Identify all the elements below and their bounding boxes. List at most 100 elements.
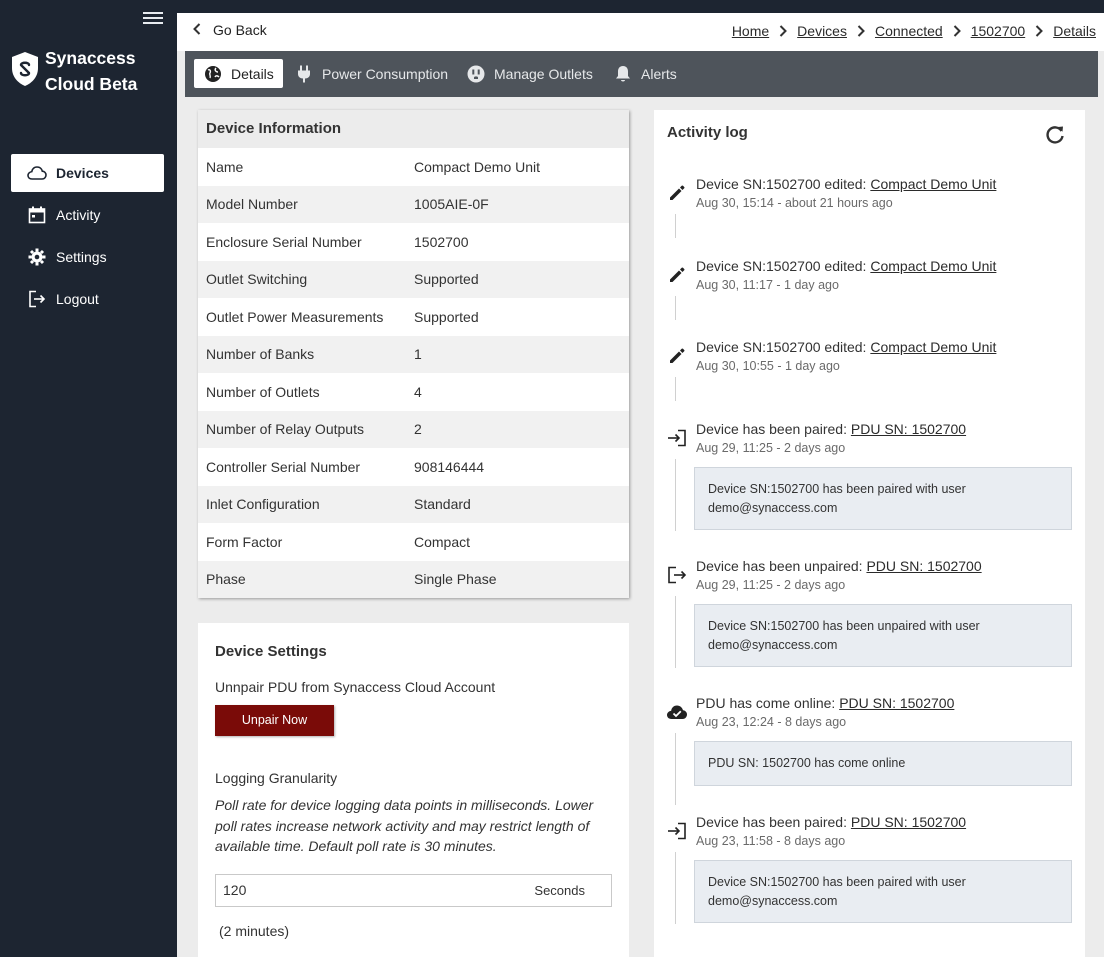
- unpair-label: Unnpair PDU from Synaccess Cloud Account: [215, 679, 496, 695]
- subbar: Go Back Home Devices Connected 1502700 D…: [177, 13, 1104, 51]
- activity-link[interactable]: Compact Demo Unit: [870, 258, 996, 274]
- timeline-connector: [675, 214, 676, 238]
- sidebar-item-label: Logout: [56, 291, 99, 307]
- table-row: Number of Relay Outputs 2: [198, 410, 629, 448]
- table-row: Model Number 1005AIE-0F: [198, 185, 629, 223]
- activity-log-title: Activity log: [667, 124, 748, 141]
- device-information-card: Device Information Name Compact Demo Unit…: [198, 110, 629, 598]
- pencil-icon: [666, 264, 688, 286]
- breadcrumb-devices[interactable]: Devices: [797, 23, 847, 39]
- sidebar-item-settings[interactable]: Settings: [11, 238, 164, 276]
- info-key: Outlet Power Measurements: [206, 308, 384, 325]
- activity-text: Device has been paired: PDU SN: 1502700: [696, 814, 966, 830]
- table-row: Form Factor Compact: [198, 523, 629, 561]
- breadcrumb: Home Devices Connected 1502700 Details: [732, 23, 1096, 39]
- sidebar: Synaccess Cloud Beta Devices Activity Se…: [0, 0, 177, 957]
- poll-rate-input[interactable]: [216, 874, 535, 906]
- activity-description: Device has been paired:: [696, 421, 847, 437]
- activity-log-card: Activity log Device SN:1502700 edited: C…: [654, 110, 1085, 957]
- activity-timestamp: Aug 23, 12:24 - 8 days ago: [696, 715, 847, 729]
- breadcrumb-connected[interactable]: Connected: [875, 23, 943, 39]
- sidebar-item-activity[interactable]: Activity: [11, 196, 164, 234]
- poll-rate-field: Seconds: [215, 873, 612, 907]
- activity-timestamp: Aug 30, 10:55 - 1 day ago: [696, 359, 840, 373]
- globe-icon: [203, 64, 223, 84]
- table-row: Outlet Switching Supported: [198, 260, 629, 298]
- info-value: Compact: [414, 533, 471, 550]
- sidebar-nav: Devices Activity Settings Logout: [11, 154, 164, 322]
- tab-label: Details: [231, 65, 274, 82]
- chevron-right-icon: [779, 25, 788, 37]
- breadcrumb-device[interactable]: 1502700: [971, 23, 1026, 39]
- info-key: Number of Relay Outputs: [206, 421, 364, 438]
- activity-link[interactable]: Compact Demo Unit: [870, 339, 996, 355]
- info-key: Controller Serial Number: [206, 458, 361, 475]
- tab-alerts[interactable]: Alerts: [613, 59, 677, 88]
- login-icon: [666, 820, 688, 842]
- activity-link[interactable]: PDU SN: 1502700: [851, 814, 966, 830]
- app-name-line1: Synaccess: [45, 48, 136, 68]
- go-back-button[interactable]: Go Back: [193, 22, 267, 38]
- activity-link[interactable]: Compact Demo Unit: [870, 176, 996, 192]
- activity-message: PDU SN: 1502700 has come online: [694, 741, 1072, 786]
- menu-icon[interactable]: [142, 9, 164, 27]
- activity-timestamp: Aug 30, 15:14 - about 21 hours ago: [696, 196, 893, 210]
- info-key: Outlet Switching: [206, 271, 308, 288]
- table-row: Controller Serial Number 908146444: [198, 448, 629, 486]
- device-settings-title: Device Settings: [215, 643, 327, 660]
- activity-link[interactable]: PDU SN: 1502700: [839, 695, 954, 711]
- activity-description: Device has been unpaired:: [696, 558, 863, 574]
- table-row: Enclosure Serial Number 1502700: [198, 223, 629, 261]
- cloud-check-icon: [666, 701, 688, 723]
- refresh-icon[interactable]: [1044, 124, 1066, 146]
- brand: Synaccess Cloud Beta: [10, 45, 137, 97]
- activity-link[interactable]: PDU SN: 1502700: [851, 421, 966, 437]
- table-row: Number of Banks 1: [198, 335, 629, 373]
- shield-logo-icon: [12, 52, 38, 86]
- activity-timestamp: Aug 30, 11:17 - 1 day ago: [696, 278, 839, 292]
- plug-icon: [294, 64, 314, 84]
- info-value: Supported: [414, 308, 479, 325]
- info-value: 1005AIE-0F: [414, 196, 489, 213]
- table-row: Inlet Configuration Standard: [198, 485, 629, 523]
- activity-timestamp: Aug 29, 11:25 - 2 days ago: [696, 441, 846, 455]
- chevron-right-icon: [857, 25, 865, 37]
- chevron-right-icon: [953, 25, 961, 37]
- cloud-icon: [27, 163, 47, 183]
- activity-description: Device SN:1502700 edited:: [696, 258, 867, 274]
- sidebar-item-devices[interactable]: Devices: [11, 154, 164, 192]
- breadcrumb-details[interactable]: Details: [1053, 23, 1096, 39]
- top-strip: [177, 0, 1104, 13]
- timeline-connector: [675, 596, 676, 668]
- breadcrumb-home[interactable]: Home: [732, 23, 769, 39]
- tab-manage-outlets[interactable]: Manage Outlets: [466, 59, 593, 88]
- info-key: Inlet Configuration: [206, 496, 320, 513]
- unpair-now-button[interactable]: Unpair Now: [215, 705, 334, 736]
- chevron-left-icon: [193, 22, 201, 38]
- logging-granularity-label: Logging Granularity: [215, 770, 338, 786]
- info-key: Form Factor: [206, 533, 283, 550]
- activity-timestamp: Aug 29, 11:25 - 2 days ago: [696, 578, 846, 592]
- outlet-icon: [466, 64, 486, 84]
- app-name-line2: Cloud Beta: [45, 74, 138, 94]
- activity-text: Device SN:1502700 edited: Compact Demo U…: [696, 339, 996, 355]
- calendar-icon: [27, 205, 47, 225]
- tab-details[interactable]: Details: [194, 59, 283, 88]
- pencil-icon: [666, 345, 688, 367]
- activity-message: Device SN:1502700 has been unpaired with…: [694, 604, 1072, 667]
- sidebar-item-logout[interactable]: Logout: [11, 280, 164, 318]
- activity-link[interactable]: PDU SN: 1502700: [866, 558, 981, 574]
- tab-label: Power Consumption: [322, 65, 449, 82]
- info-key: Number of Banks: [206, 346, 315, 363]
- login-icon: [666, 427, 688, 449]
- device-settings-card: Device Settings Unnpair PDU from Synacce…: [198, 623, 629, 957]
- activity-description: Device SN:1502700 edited:: [696, 339, 867, 355]
- activity-text: Device has been paired: PDU SN: 1502700: [696, 421, 966, 437]
- tab-power-consumption[interactable]: Power Consumption: [294, 59, 448, 88]
- bell-icon: [613, 64, 633, 84]
- activity-description: Device has been paired:: [696, 814, 847, 830]
- sidebar-item-label: Activity: [56, 207, 101, 223]
- timeline-connector: [675, 459, 676, 531]
- info-value: Standard: [414, 496, 471, 513]
- activity-description: PDU has come online:: [696, 695, 836, 711]
